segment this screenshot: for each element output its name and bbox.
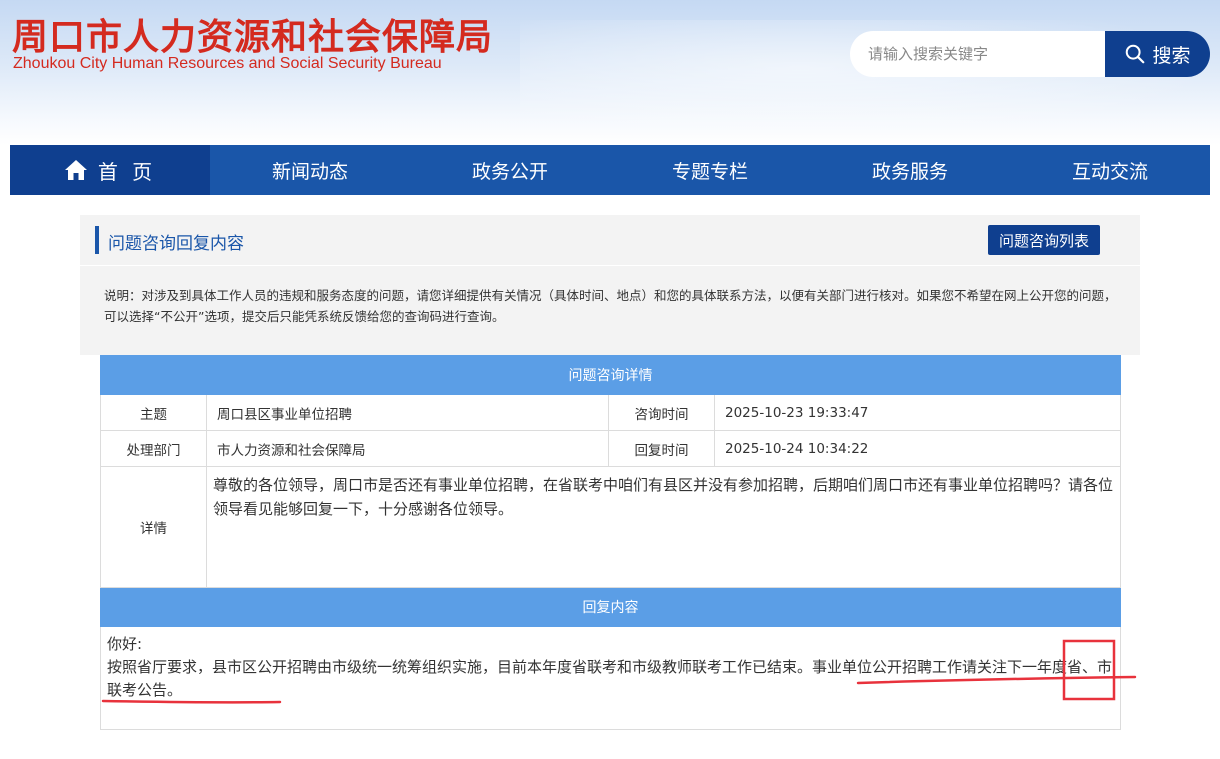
nav-item-interaction[interactable]: 互动交流 — [1010, 145, 1210, 195]
nav-item-news[interactable]: 新闻动态 — [210, 145, 410, 195]
home-icon — [64, 160, 87, 180]
reply-section-header: 回复内容 — [100, 587, 1121, 627]
search-button[interactable]: 搜索 — [1105, 31, 1210, 77]
search-input[interactable] — [850, 31, 1120, 77]
reply-time-label: 回复时间 — [608, 430, 715, 467]
page-title: 问题咨询回复内容 — [108, 234, 244, 254]
reply-greeting: 你好: — [107, 635, 143, 653]
subject-value: 周口县区事业单位招聘 — [206, 394, 609, 431]
search-icon — [1126, 44, 1145, 64]
divider — [80, 265, 1140, 266]
consultation-list-button[interactable]: 问题咨询列表 — [988, 225, 1100, 255]
main-nav: 首 页 新闻动态 政务公开 专题专栏 政务服务 互动交流 — [10, 145, 1210, 195]
table-row: 处理部门 市人力资源和社会保障局 回复时间 2025-10-24 10:34:2… — [100, 430, 1121, 467]
search-button-label: 搜索 — [1152, 44, 1191, 67]
content-value: 尊敬的各位领导，周口市是否还有事业单位招聘，在省联考中咱们有县区并没有参加招聘，… — [206, 466, 1121, 588]
department-label: 处理部门 — [100, 430, 207, 467]
nav-item-government-affairs[interactable]: 政务公开 — [410, 145, 610, 195]
nav-item-special-topics[interactable]: 专题专栏 — [610, 145, 810, 195]
department-value: 市人力资源和社会保障局 — [206, 430, 609, 467]
consult-time-value: 2025-10-23 19:33:47 — [714, 394, 1121, 431]
reply-content: 你好: 按照省厅要求，县市区公开招聘由市级统一统筹组织实施，目前本年度省联考和市… — [100, 626, 1121, 730]
site-header: 周口市人力资源和社会保障局 Zhoukou City Human Resourc… — [0, 0, 1220, 145]
table-row: 主题 周口县区事业单位招聘 咨询时间 2025-10-23 19:33:47 — [100, 394, 1121, 431]
consult-time-label: 咨询时间 — [608, 394, 715, 431]
search-box: 搜索 — [850, 31, 1210, 77]
title-accent-bar — [95, 226, 99, 254]
detail-section-header: 问题咨询详情 — [100, 355, 1121, 395]
nav-item-home[interactable]: 首 页 — [10, 145, 210, 195]
reply-body: 按照省厅要求，县市区公开招聘由市级统一统筹组织实施，目前本年度省联考和市级教师联… — [107, 658, 1113, 699]
reply-time-value: 2025-10-24 10:34:22 — [714, 430, 1121, 467]
detail-section-title: 问题咨询详情 — [100, 355, 1121, 395]
consultation-panel: 问题咨询回复内容 问题咨询列表 说明：对涉及到具体工作人员的违规和服务态度的问题… — [80, 215, 1140, 355]
nav-item-government-services[interactable]: 政务服务 — [810, 145, 1010, 195]
subject-label: 主题 — [100, 394, 207, 431]
table-row: 详情 尊敬的各位领导，周口市是否还有事业单位招聘，在省联考中咱们有县区并没有参加… — [100, 466, 1121, 588]
site-title: 周口市人力资源和社会保障局 — [12, 17, 494, 58]
nav-item-label: 首 页 — [97, 159, 157, 184]
consultation-detail-table: 问题咨询详情 主题 周口县区事业单位招聘 咨询时间 2025-10-23 19:… — [100, 355, 1121, 730]
content-label: 详情 — [100, 466, 207, 588]
reply-section-title: 回复内容 — [100, 587, 1121, 627]
table-row: 你好: 按照省厅要求，县市区公开招聘由市级统一统筹组织实施，目前本年度省联考和市… — [100, 626, 1121, 730]
notice-text: 说明：对涉及到具体工作人员的违规和服务态度的问题，请您详细提供有关情况（具体时间… — [104, 288, 1117, 324]
site-subtitle-en: Zhoukou City Human Resources and Social … — [13, 55, 442, 72]
